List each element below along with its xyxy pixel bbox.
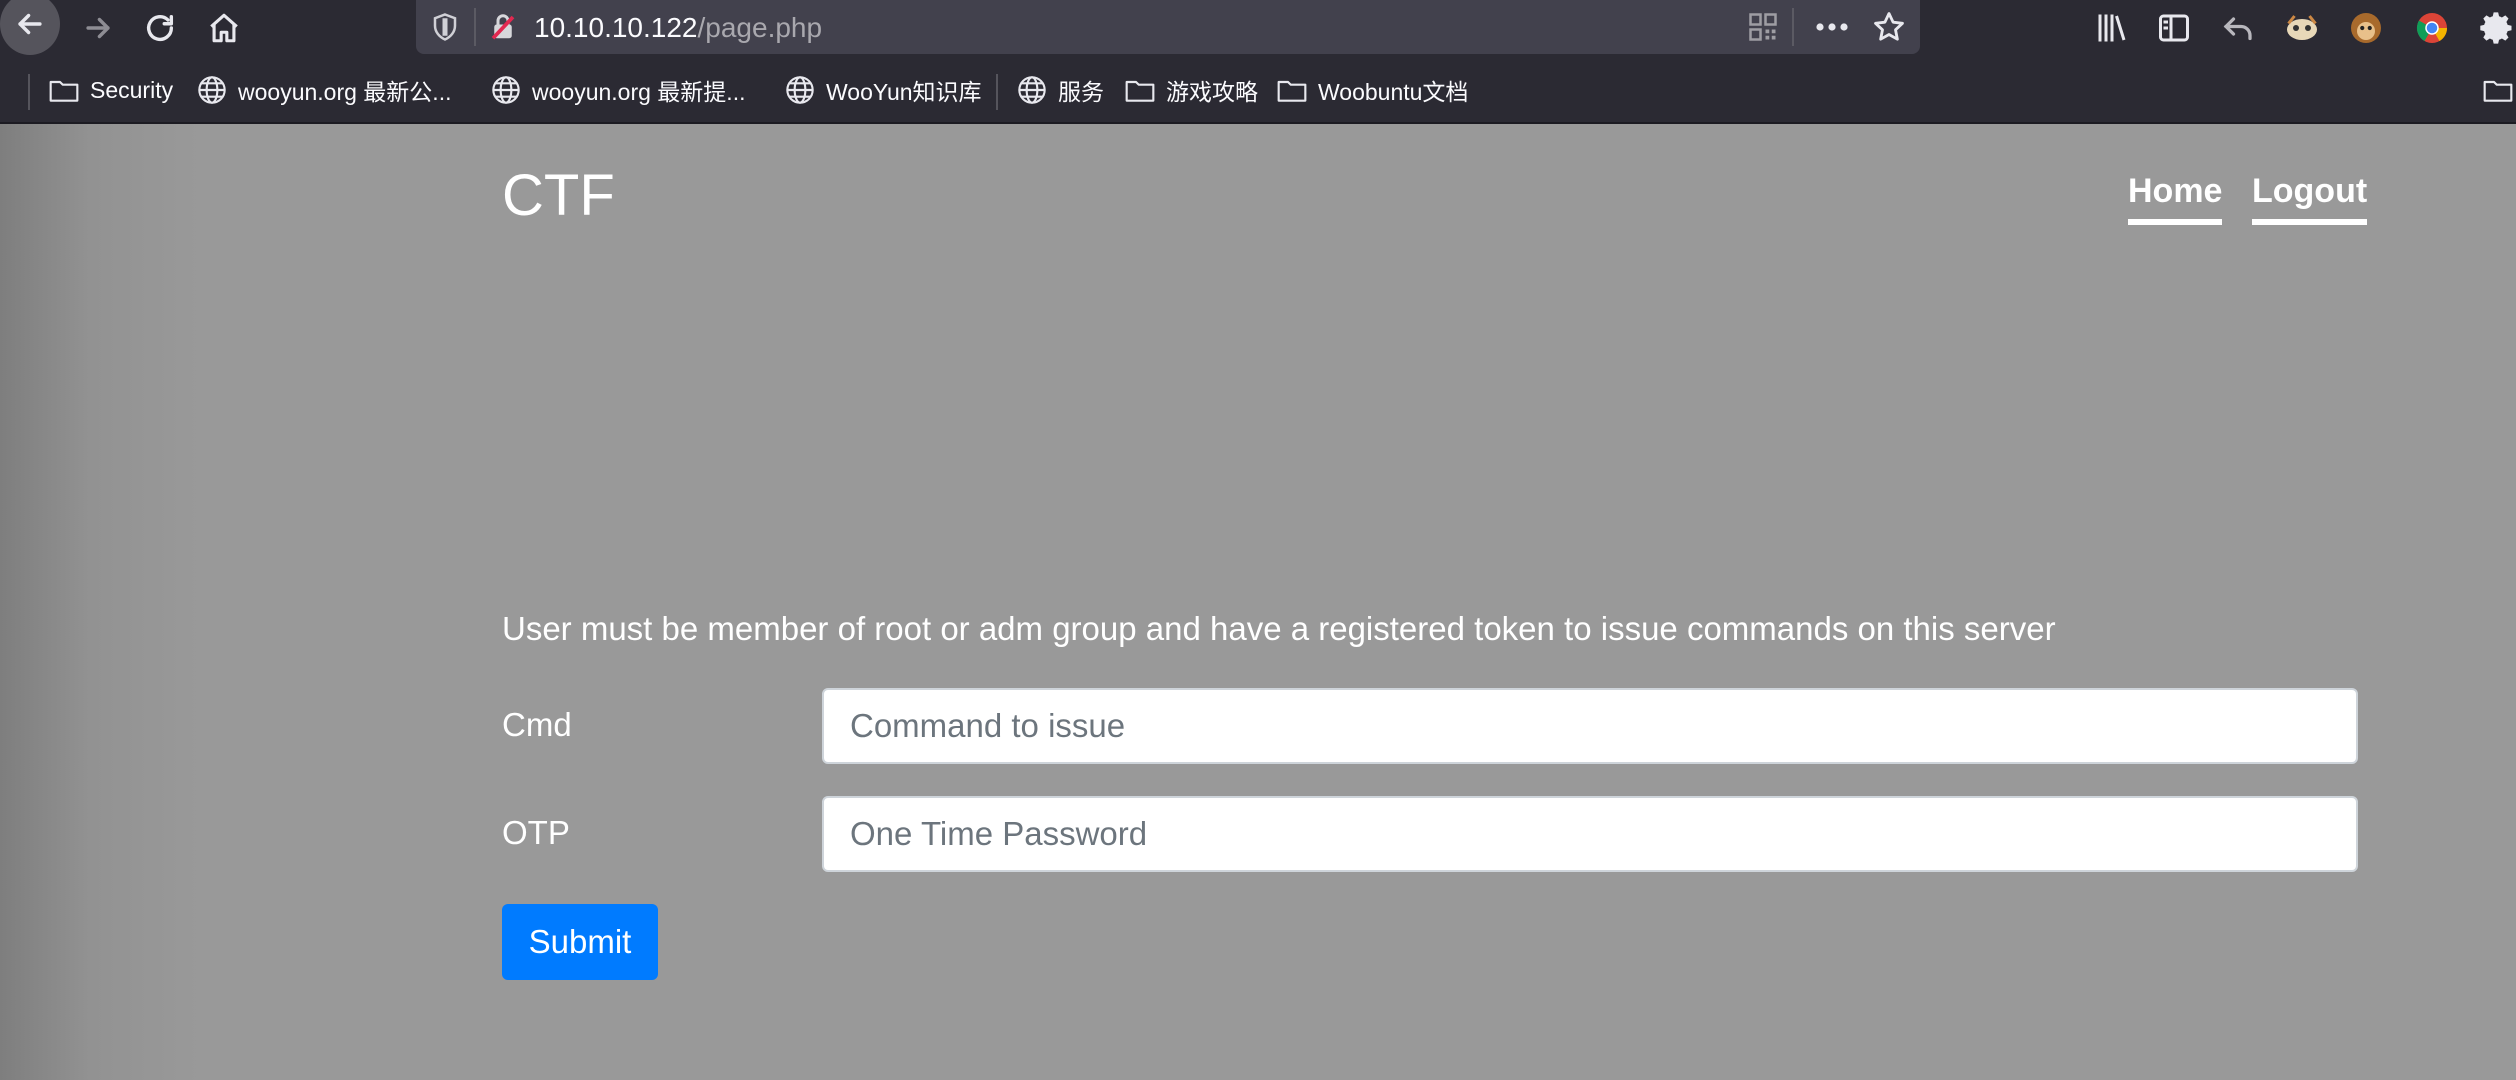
- back-button[interactable]: [0, 0, 60, 56]
- url-host: 10.10.10.122: [534, 12, 698, 43]
- navbar-brand[interactable]: CTF: [502, 162, 615, 229]
- cmd-label: Cmd: [502, 706, 572, 743]
- url-separator: [1792, 8, 1794, 46]
- arrow-right-icon: [86, 17, 110, 39]
- bookmark-label: wooyun.org 最新公...: [238, 79, 452, 105]
- bookmark-wooyun-1[interactable]: wooyun.org 最新公...: [196, 72, 451, 108]
- extension-animal-icon[interactable]: [2284, 10, 2320, 46]
- tampermonkey-icon[interactable]: [2348, 10, 2384, 46]
- sidebar-icon[interactable]: [2156, 10, 2192, 46]
- bookmark-wooyun-kb[interactable]: WooYun知识库: [784, 72, 982, 108]
- bookmark-security[interactable]: Security: [48, 72, 173, 108]
- reload-button[interactable]: [130, 0, 190, 56]
- bookmark-label: Woobuntu文档: [1318, 79, 1469, 105]
- arrow-left-icon: [18, 13, 42, 35]
- bookmarks-divider: [996, 74, 998, 110]
- browser-toolbar: 10.10.10.122/page.php: [0, 0, 2516, 56]
- folder-icon: [2483, 80, 2513, 102]
- more-actions-icon[interactable]: [1814, 12, 1850, 42]
- bookmark-label: wooyun.org 最新提...: [532, 79, 746, 105]
- bookmark-label: 服务: [1058, 79, 1104, 105]
- url-path: /page.php: [697, 12, 823, 43]
- bookmark-label: WooYun知识库: [826, 79, 982, 105]
- globe-icon: [1018, 76, 1046, 104]
- submit-button[interactable]: Submit: [502, 904, 658, 980]
- url-text[interactable]: 10.10.10.122/page.php: [534, 12, 822, 44]
- nav-home-link[interactable]: Home: [2128, 172, 2223, 225]
- permission-notice: User must be member of root or adm group…: [502, 610, 2056, 647]
- url-separator: [474, 8, 476, 46]
- bookmarks-bar: Security wooyun.org 最新公... wooyun.org 最新…: [0, 56, 2516, 124]
- library-icon[interactable]: [2094, 10, 2130, 46]
- bookmark-star-icon[interactable]: [1872, 10, 1906, 44]
- home-icon: [210, 13, 238, 43]
- bookmarks-divider: [28, 74, 30, 110]
- otp-label: OTP: [502, 814, 570, 851]
- gear-icon[interactable]: [2480, 10, 2516, 46]
- bookmark-wooyun-2[interactable]: wooyun.org 最新提...: [490, 72, 745, 108]
- bookmark-woobuntu-docs[interactable]: Woobuntu文档: [1276, 72, 1468, 108]
- bookmark-label: 游戏攻略: [1166, 79, 1258, 105]
- qr-code-icon[interactable]: [1748, 12, 1778, 42]
- chrome-icon[interactable]: [2414, 10, 2450, 46]
- bookmark-services[interactable]: 服务: [1016, 72, 1104, 108]
- page-content: CTF Home Logout User must be member of r…: [0, 124, 2516, 1080]
- nav-logout-link[interactable]: Logout: [2252, 172, 2368, 225]
- otp-input[interactable]: [822, 796, 2358, 872]
- folder-icon: [1277, 80, 1307, 102]
- globe-icon: [786, 76, 814, 104]
- url-bar[interactable]: 10.10.10.122/page.php: [416, 0, 1920, 54]
- folder-icon: [49, 80, 79, 102]
- globe-icon: [198, 76, 226, 104]
- undo-icon[interactable]: [2220, 10, 2256, 46]
- home-button[interactable]: [194, 0, 254, 56]
- bookmark-game-guides[interactable]: 游戏攻略: [1124, 72, 1258, 108]
- forward-button[interactable]: [68, 0, 128, 56]
- cmd-input[interactable]: [822, 688, 2358, 764]
- folder-icon: [1125, 80, 1155, 102]
- globe-icon: [492, 76, 520, 104]
- other-bookmarks-button[interactable]: [2482, 72, 2514, 108]
- tracking-shield-icon[interactable]: [430, 12, 460, 42]
- bookmark-label: Security: [90, 76, 174, 103]
- insecure-lock-icon[interactable]: [488, 12, 518, 42]
- reload-icon: [146, 14, 174, 41]
